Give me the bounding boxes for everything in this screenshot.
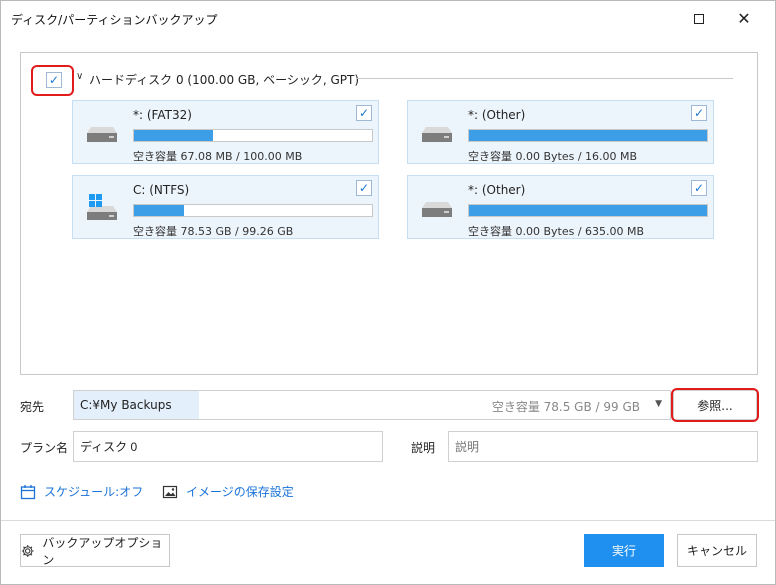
dropdown-arrow-icon[interactable]: ▼ (655, 399, 662, 409)
destination-path: C:¥My Backups (74, 391, 199, 419)
free-space-text: 空き容量 0.00 Bytes / 635.00 MB (468, 225, 645, 238)
backup-options-button[interactable]: バックアップオプション (20, 534, 170, 567)
image-settings-link-label: イメージの保存設定 (186, 485, 294, 499)
partition-card[interactable]: *: (FAT32) ✓ 空き容量 67.08 MB / 100.00 MB (72, 100, 379, 164)
cancel-button[interactable]: キャンセル (677, 534, 757, 567)
destination-select[interactable]: C:¥My Backups 空き容量 78.5 GB / 99 GB ▼ (73, 390, 671, 420)
free-space-text: 空き容量 78.53 GB / 99.26 GB (133, 225, 294, 238)
usage-bar (133, 204, 373, 217)
drive-icon (422, 202, 452, 217)
drive-icon (87, 127, 117, 142)
highlight-box-browse (671, 388, 759, 422)
close-icon: ✕ (737, 9, 751, 28)
partition-checkbox[interactable]: ✓ (691, 105, 707, 121)
checkmark-icon: ✓ (693, 106, 705, 120)
divider (357, 78, 733, 79)
usage-bar (133, 129, 373, 142)
checkmark-icon: ✓ (358, 106, 370, 120)
image-settings-link[interactable]: イメージの保存設定 (162, 483, 294, 500)
backup-options-label: バックアップオプション (42, 535, 163, 567)
free-space-text: 空き容量 0.00 Bytes / 16.00 MB (468, 150, 638, 163)
disk-title: ハードディスク 0 (100.00 GB, ベーシック, GPT) (89, 73, 360, 87)
maximize-icon (694, 13, 704, 24)
partition-checkbox[interactable]: ✓ (691, 180, 707, 196)
title-bar: ディスク/パーティションバックアップ ✕ (1, 1, 775, 36)
checkmark-icon: ✓ (48, 73, 60, 87)
close-button[interactable]: ✕ (721, 1, 767, 36)
checkmark-icon: ✓ (693, 181, 705, 195)
footer-divider (1, 520, 775, 521)
partition-card[interactable]: *: (Other) ✓ 空き容量 0.00 Bytes / 635.00 MB (407, 175, 714, 239)
description-input[interactable] (448, 431, 758, 462)
window-title: ディスク/パーティションバックアップ (11, 13, 218, 27)
partition-name: C: (NTFS) (133, 183, 190, 197)
plan-name-input[interactable] (73, 431, 383, 462)
partition-name: *: (FAT32) (133, 108, 192, 122)
chevron-down-icon[interactable]: ∨ (76, 71, 83, 82)
schedule-link-label: スケジュール:オフ (44, 485, 144, 499)
image-icon (162, 485, 178, 498)
partition-card[interactable]: *: (Other) ✓ 空き容量 0.00 Bytes / 16.00 MB (407, 100, 714, 164)
calendar-icon (20, 484, 36, 499)
usage-bar (468, 129, 708, 142)
usage-bar-fill (134, 205, 184, 216)
drive-icon (422, 127, 452, 142)
windows-drive-icon (87, 194, 117, 220)
partition-checkbox[interactable]: ✓ (356, 180, 372, 196)
plan-name-label: プラン名 (20, 441, 69, 455)
free-space-text: 空き容量 67.08 MB / 100.00 MB (133, 150, 303, 163)
partition-name: *: (Other) (468, 183, 526, 197)
partition-name: *: (Other) (468, 108, 526, 122)
backup-dialog: ディスク/パーティションバックアップ ✕ ✓ ∨ ハードディスク 0 (100.… (0, 0, 776, 585)
gear-icon (21, 544, 34, 557)
usage-bar-fill (469, 130, 707, 141)
usage-bar (468, 204, 708, 217)
description-label: 説明 (411, 441, 436, 455)
maximize-button[interactable] (676, 1, 722, 36)
destination-label: 宛先 (20, 400, 45, 414)
partition-checkbox[interactable]: ✓ (356, 105, 372, 121)
partition-card[interactable]: C: (NTFS) ✓ 空き容量 78.53 GB / 99.26 GB (72, 175, 379, 239)
destination-free-space: 空き容量 78.5 GB / 99 GB (491, 400, 640, 414)
disk-checkbox[interactable]: ✓ (46, 72, 62, 88)
usage-bar-fill (134, 130, 213, 141)
checkmark-icon: ✓ (358, 181, 370, 195)
usage-bar-fill (469, 205, 707, 216)
run-button[interactable]: 実行 (584, 534, 664, 567)
schedule-link[interactable]: スケジュール:オフ (20, 483, 143, 500)
